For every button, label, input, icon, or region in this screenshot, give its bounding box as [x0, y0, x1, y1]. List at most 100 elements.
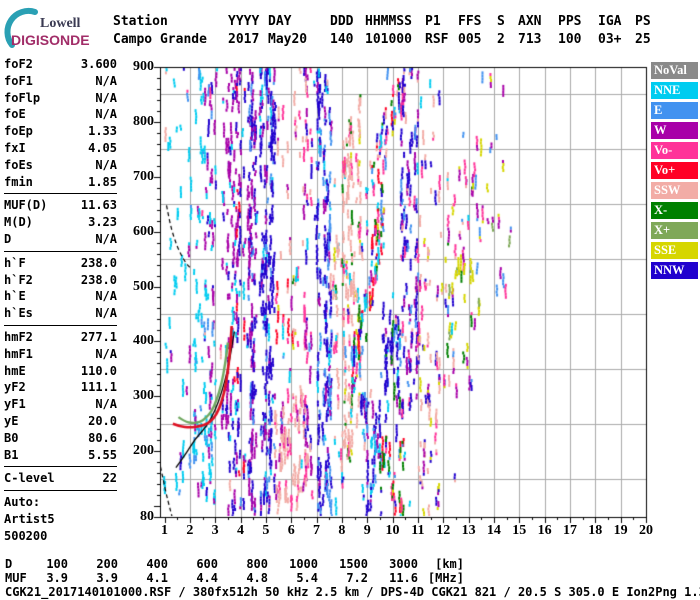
legend-item-x: X+	[651, 222, 698, 239]
param-row-fxi: fxI 4.05	[4, 140, 117, 157]
header-col-value: 005	[458, 32, 482, 47]
row-cell: 3000	[389, 557, 418, 571]
row-cell: 1000	[289, 557, 318, 571]
param-label: hmF2	[4, 329, 33, 344]
param-label: yF2	[4, 380, 26, 395]
param-value: 1.33	[88, 124, 117, 139]
x-tick-label-15: 15	[512, 523, 527, 538]
param-row-foe: foE N/A	[4, 106, 117, 123]
header-col-ffs: FFS 005	[458, 13, 497, 49]
x-tick-label-3: 3	[211, 523, 219, 538]
row-cell: 400	[146, 557, 168, 571]
param-row-fof2: foF2 3.600	[4, 56, 117, 73]
row-cell: 4.1	[146, 571, 168, 585]
panel-separator	[4, 193, 117, 195]
header-col-day: DAY May20	[268, 13, 330, 49]
param-row-b1: B1 5.55	[4, 447, 117, 464]
param-row-clevel: C-level 22	[4, 470, 117, 487]
header-col-s: S2	[497, 13, 518, 49]
param-label: foEs	[4, 157, 33, 172]
distance-row: D 100 200 400 600 800 1000 1500 3000 [km]	[5, 557, 464, 571]
param-value: 277.1	[80, 329, 117, 344]
param-label: h`Es	[4, 306, 33, 321]
legend-item-sse: SSE	[651, 242, 698, 259]
param-label: fxI	[4, 140, 26, 155]
param-value: 1.85	[88, 174, 117, 189]
param-row-foep: foEp 1.33	[4, 123, 117, 140]
x-tick-label-7: 7	[313, 523, 321, 538]
header-col-label: YYYY	[228, 14, 260, 29]
header-col-value: 2017	[228, 32, 260, 47]
x-tick-label-18: 18	[588, 523, 603, 538]
x-tick-label-6: 6	[287, 523, 295, 538]
header-col-axn: AXN 713	[518, 13, 558, 49]
param-label: MUF(D)	[4, 198, 48, 213]
param-row-b0: B0 80.6	[4, 430, 117, 447]
lowell-digisonde-logo: Lowell DIGISONDE	[4, 6, 114, 52]
panel-footer-line: Auto:	[4, 495, 41, 510]
x-tick-label-4: 4	[237, 523, 245, 538]
legend-item-x: X-	[651, 202, 698, 219]
param-row-fof1: foF1 N/A	[4, 73, 117, 90]
param-row-hme: hmE 110.0	[4, 363, 117, 380]
panel-separator	[4, 466, 117, 468]
direction-color-legend: NoVal NNE E W Vo- Vo+ SSW X- X+ SSE NNW	[651, 62, 698, 282]
param-row-fmin: fmin 1.85	[4, 174, 117, 191]
param-row-hmf2: hmF2 277.1	[4, 329, 117, 346]
param-value: N/A	[95, 397, 117, 412]
param-row-hmf1: hmF1 N/A	[4, 346, 117, 363]
param-label: foFlp	[4, 90, 41, 105]
header-col-value: May20	[268, 32, 308, 47]
param-row-hf2: h`F2 238.0	[4, 272, 117, 289]
row-label: MUF	[5, 571, 27, 585]
header-col-value: RSF	[425, 32, 449, 47]
header-col-yyyy: YYYY 2017	[228, 13, 268, 49]
row-cell: 4.4	[196, 571, 218, 585]
x-tick-label-13: 13	[461, 523, 476, 538]
x-tick-label-16: 16	[537, 523, 552, 538]
param-label: h`E	[4, 289, 26, 304]
x-tick-label-8: 8	[338, 523, 346, 538]
param-value: 5.55	[88, 447, 117, 462]
panel-footer-line: 500200	[4, 528, 48, 543]
param-label: C-level	[4, 471, 55, 486]
param-value: 238.0	[80, 272, 117, 287]
param-label: M(D)	[4, 215, 33, 230]
row-label: D	[5, 557, 13, 571]
y-tick-label-600: 600	[133, 223, 154, 239]
param-value: N/A	[95, 231, 117, 246]
row-cell: 11.6	[389, 571, 418, 585]
param-label: foEp	[4, 124, 33, 139]
x-tick-label-14: 14	[486, 523, 501, 538]
header-col-value: 25	[635, 32, 651, 47]
param-label: hmE	[4, 363, 26, 378]
header-col-label: PS	[635, 14, 651, 29]
panel-separator	[4, 324, 117, 326]
param-value: 3.600	[80, 57, 117, 71]
row-unit: [MHz]	[427, 571, 464, 585]
param-row-he: h`E N/A	[4, 288, 117, 305]
param-value: 4.05	[88, 140, 117, 155]
param-value: 238.0	[80, 255, 117, 270]
header-col-ddd: DDD 140	[330, 13, 365, 49]
header-col-station: Station Campo Grande	[113, 13, 228, 49]
param-label: yF1	[4, 397, 26, 412]
header-col-value: 03+	[598, 32, 622, 47]
header-col-p1: P1 RSF	[425, 13, 458, 49]
digisonde-ionogram-screen: Lowell DIGISONDE Station Campo Grande YYYY…	[0, 0, 700, 600]
y-tick-label-300: 300	[133, 388, 154, 404]
header-col-pps: PPS 100	[558, 13, 598, 49]
header-col-ps: PS 25	[635, 13, 665, 49]
row-cell: 200	[96, 557, 118, 571]
header-col-value: 100	[558, 32, 582, 47]
logo-text-lowell: Lowell	[40, 16, 81, 31]
param-row-foes: foEs N/A	[4, 157, 117, 174]
param-row-foflp: foFlp N/A	[4, 90, 117, 107]
panel-separator	[4, 250, 117, 252]
y-tick-label-500: 500	[133, 278, 154, 294]
y-tick-label-80: 80	[140, 509, 154, 524]
x-tick-label-20: 20	[638, 523, 653, 538]
legend-item-noval: NoVal	[651, 62, 698, 79]
x-tick-label-5: 5	[262, 523, 270, 538]
row-cell: 800	[246, 557, 268, 571]
